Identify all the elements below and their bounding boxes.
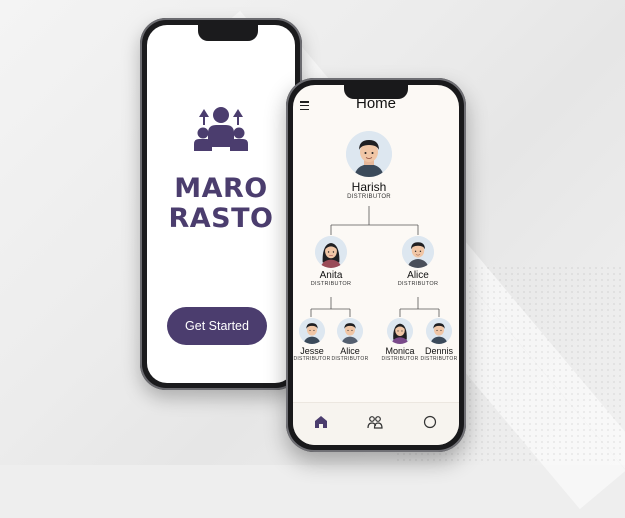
tree-node[interactable]: Jesse DISTRIBUTOR [293, 318, 331, 362]
brand-name-line2: RASTO [168, 203, 274, 234]
bottom-navigation [293, 402, 459, 445]
team-growth-icon [194, 107, 248, 151]
tree-node[interactable]: Alice DISTRIBUTOR [331, 318, 369, 362]
tree-node-name: Monica [385, 346, 415, 356]
tree-node-role: DISTRIBUTOR [331, 356, 369, 362]
tree-node-role: DISTRIBUTOR [293, 356, 331, 362]
tree-node-role: DISTRIBUTOR [381, 356, 419, 362]
people-icon[interactable] [367, 415, 383, 429]
tree-node[interactable]: Alice DISTRIBUTOR [388, 236, 448, 287]
tree-node-role: DISTRIBUTOR [347, 194, 391, 200]
phone-notch [344, 85, 408, 99]
tree-node-role: DISTRIBUTOR [420, 356, 458, 362]
tree-node-name: Anita [319, 270, 343, 281]
home-phone: Home Harish DISTRIBUTOR Anita DISTRIBUTO… [286, 78, 466, 452]
tree-node-role: DISTRIBUTOR [310, 281, 352, 287]
male-avatar-icon [299, 318, 325, 344]
tree-node[interactable]: Anita DISTRIBUTOR [301, 236, 361, 287]
get-started-button[interactable]: Get Started [167, 307, 267, 345]
brand-name-line1: MARO [174, 173, 268, 204]
home-icon[interactable] [314, 415, 328, 429]
profile-circle-icon[interactable] [423, 415, 437, 429]
tree-node[interactable]: Dennis DISTRIBUTOR [420, 318, 458, 362]
phone-notch [198, 25, 258, 41]
onboarding-phone: MARO RASTO Get Started [140, 18, 302, 390]
tree-node-name: Dennis [424, 346, 453, 356]
male-avatar-icon [337, 318, 363, 344]
tree-node-name: Alice [340, 346, 360, 356]
male-avatar-icon [426, 318, 452, 344]
male-avatar-icon [346, 131, 392, 177]
male-avatar-icon [402, 236, 434, 268]
tree-node-root[interactable]: Harish DISTRIBUTOR [333, 131, 405, 200]
tree-node[interactable]: Monica DISTRIBUTOR [381, 318, 419, 362]
female-avatar-icon [387, 318, 413, 344]
onboarding-screen: MARO RASTO Get Started [147, 25, 295, 383]
tree-node-name: Jesse [300, 346, 324, 356]
tree-node-name: Alice [407, 270, 429, 281]
home-screen: Home Harish DISTRIBUTOR Anita DISTRIBUTO… [293, 85, 459, 445]
female-avatar-icon [315, 236, 347, 268]
tree-node-role: DISTRIBUTOR [397, 281, 439, 287]
tree-node-name: Harish [351, 180, 387, 194]
